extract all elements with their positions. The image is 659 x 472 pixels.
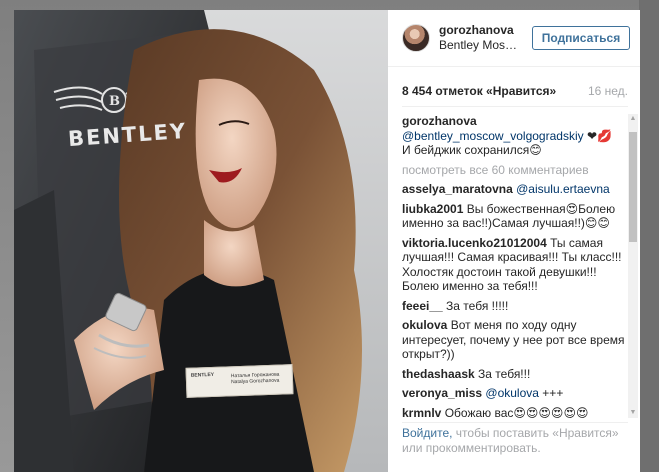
name-badge: BENTLEY Наталья Горожанова Natalya Goroz…	[185, 364, 294, 398]
comment-user[interactable]: okulova	[402, 318, 447, 332]
scroll-thumb[interactable]	[629, 132, 637, 242]
comment-text: Обожаю вас😍😍😍😍😍😍	[444, 405, 589, 419]
scroll-down-icon[interactable]: ▼	[628, 408, 638, 418]
stats-divider	[402, 106, 628, 107]
caption-text: И бейджик сохранился😊	[402, 143, 542, 157]
comment-user[interactable]: liubka2001	[402, 202, 463, 216]
caption-mention[interactable]: @bentley_moscow_volgograd	[402, 129, 563, 143]
post-time[interactable]: 16 нед.	[588, 84, 628, 98]
caption-user[interactable]: gorozhanova	[402, 114, 477, 128]
comment-item: thedashaask За тебя!!!	[402, 367, 626, 382]
badge-name: Наталья Горожанова Natalya Gorozhanova	[230, 371, 280, 386]
post-header: gorozhanova Bentley Mos… Подписаться	[388, 10, 640, 67]
comment-user[interactable]: feeei__	[402, 299, 443, 313]
follow-button[interactable]: Подписаться	[532, 26, 630, 50]
comment-text: +++	[542, 386, 564, 400]
comments-list: gorozhanova @bentley_moscow_volgogradski…	[402, 114, 626, 418]
post-photo[interactable]: B BENTLEY BENTLEY Наталья Горожанова Nat…	[14, 10, 388, 472]
photo-illustration: B	[14, 10, 388, 472]
comment-user[interactable]: asselya_maratovna	[402, 182, 513, 196]
post-stats: 8 454 отметок «Нравится» 16 нед.	[402, 83, 628, 99]
login-link[interactable]: Войдите,	[402, 426, 452, 440]
svg-text:B: B	[109, 94, 120, 109]
comment-user[interactable]: veronya_miss	[402, 386, 482, 400]
comment-mention[interactable]: @okulova	[485, 386, 539, 400]
caption: gorozhanova @bentley_moscow_volgogradski…	[402, 114, 626, 158]
post-modal: B BENTLEY BENTLEY Наталья Горожанова Nat…	[14, 10, 640, 472]
comment-mention[interactable]: @aisulu.ertaevna	[516, 182, 610, 196]
badge-logo: BENTLEY	[190, 371, 215, 379]
location-link[interactable]: Bentley Mos…	[439, 38, 532, 53]
caption-hearts: ❤💋	[586, 128, 612, 143]
comment-item: liubka2001 Вы божественная😍Болею именно …	[402, 202, 626, 231]
comment-item: veronya_miss @okulova +++	[402, 386, 626, 401]
caption-mention-tail[interactable]: skiy	[563, 129, 584, 143]
login-prompt: Войдите, чтобы поставить «Нравится» или …	[402, 422, 628, 456]
post-side-panel: gorozhanova Bentley Mos… Подписаться 8 4…	[388, 10, 640, 472]
username-link[interactable]: gorozhanova	[439, 23, 532, 38]
comment-item: krmnlv Обожаю вас😍😍😍😍😍😍	[402, 406, 626, 419]
comment-item: okulova Вот меня по ходу одну интересует…	[402, 318, 626, 362]
comment-text: За тебя!!!	[478, 366, 531, 381]
view-all-comments-link[interactable]: посмотреть все 60 комментариев	[402, 163, 626, 178]
comments-scrollbar[interactable]: ▲ ▼	[628, 114, 638, 418]
user-meta: gorozhanova Bentley Mos…	[439, 23, 532, 53]
scroll-up-icon[interactable]: ▲	[628, 114, 638, 124]
user-avatar[interactable]	[402, 24, 430, 52]
comment-item: asselya_maratovna @aisulu.ertaevna	[402, 182, 626, 197]
comment-item: feeei__ За тебя !!!!!	[402, 299, 626, 314]
likes-count[interactable]: 8 454 отметок «Нравится»	[402, 84, 556, 98]
backdrop-strip	[639, 0, 659, 472]
comment-user[interactable]: krmnlv	[402, 406, 441, 419]
comment-item: viktoria.lucenko21012004 Ты самая лучшая…	[402, 236, 626, 294]
comment-user[interactable]: viktoria.lucenko21012004	[402, 236, 547, 250]
comment-text: За тебя !!!!!	[446, 298, 509, 313]
comment-user[interactable]: thedashaask	[402, 367, 475, 381]
